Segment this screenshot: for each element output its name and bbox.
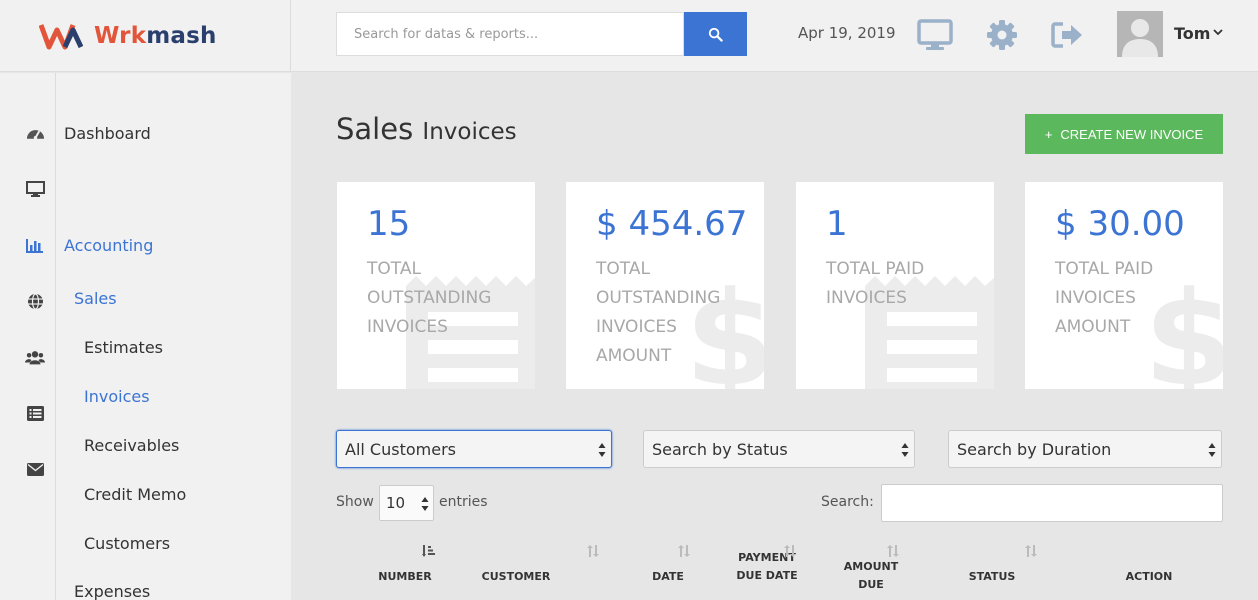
user-avatar-icon xyxy=(1122,19,1158,57)
duration-filter-value: Search by Duration xyxy=(957,439,1112,459)
sidebar-item-receivables[interactable]: Receivables xyxy=(84,436,179,455)
entries-label: entries xyxy=(439,494,488,510)
table-search-input[interactable] xyxy=(881,484,1223,522)
sidebar-item-dashboard[interactable]: Dashboard xyxy=(64,124,151,143)
status-filter-value: Search by Status xyxy=(652,439,788,459)
column-header-date[interactable]: DATE xyxy=(643,568,693,586)
select-arrows-icon xyxy=(901,443,909,457)
customer-filter-select[interactable]: All Customers xyxy=(336,430,612,468)
logo-text: Wrkmash xyxy=(94,23,217,49)
stat-label: TOTAL PAID INVOICES AMOUNT xyxy=(1055,259,1154,337)
avatar[interactable] xyxy=(1117,11,1163,57)
stat-value: 1 xyxy=(826,204,848,244)
select-arrows-icon xyxy=(421,497,429,511)
stat-card-paid-amount: $ $ 30.00 TOTAL PAID INVOICES AMOUNT xyxy=(1025,182,1223,389)
stat-label: TOTAL OUTSTANDING INVOICES xyxy=(367,259,492,337)
page-length-select[interactable]: 10 xyxy=(379,485,434,521)
select-arrows-icon xyxy=(598,443,606,457)
status-filter-select[interactable]: Search by Status xyxy=(643,430,915,468)
current-date: Apr 19, 2019 xyxy=(798,24,896,42)
sidebar-item-customers[interactable]: Customers xyxy=(84,534,170,553)
users-icon xyxy=(25,350,45,364)
table-search-label: Search: xyxy=(821,494,874,510)
column-header-amount-due[interactable]: AMOUNT DUE xyxy=(838,558,904,594)
sign-out-icon xyxy=(1051,22,1082,48)
column-header-customer[interactable]: CUSTOMER xyxy=(476,568,556,586)
duration-filter-select[interactable]: Search by Duration xyxy=(948,430,1222,468)
sort-icon[interactable] xyxy=(587,545,599,557)
chevron-down-icon[interactable] xyxy=(1213,29,1223,36)
logo-icon xyxy=(39,24,84,50)
sidebar-icon-dashboard[interactable] xyxy=(25,124,45,142)
column-header-number[interactable]: NUMBER xyxy=(370,568,440,586)
search-bar xyxy=(336,12,747,56)
stat-label: TOTAL PAID INVOICES xyxy=(826,259,925,308)
logo[interactable]: Wrkmash xyxy=(0,0,291,72)
gear-icon xyxy=(987,20,1017,50)
plus-icon: + xyxy=(1044,126,1053,142)
sort-icon[interactable] xyxy=(784,545,796,557)
sidebar-item-sales[interactable]: Sales xyxy=(74,289,117,308)
sidebar-item-invoices[interactable]: Invoices xyxy=(84,387,150,406)
settings-button[interactable] xyxy=(984,17,1020,53)
search-button[interactable] xyxy=(684,12,747,56)
desktop-icon xyxy=(25,180,45,197)
globe-icon xyxy=(27,292,43,310)
sidebar-icon-desktop[interactable] xyxy=(25,180,45,198)
dashboard-icon xyxy=(26,130,44,140)
sidebar-divider xyxy=(55,73,56,600)
stat-value: $ 30.00 xyxy=(1055,204,1185,244)
envelope-icon xyxy=(26,462,44,476)
sidebar-icon-mail[interactable] xyxy=(25,460,45,478)
create-invoice-label: CREATE NEW INVOICE xyxy=(1060,126,1204,142)
sidebar-icon-globe[interactable] xyxy=(25,292,45,310)
stat-card-outstanding-amount: $ $ 454.67 TOTAL OUTSTANDING INVOICES AM… xyxy=(566,182,764,389)
customer-filter-value: All Customers xyxy=(345,439,456,459)
stat-value: 15 xyxy=(367,204,411,244)
column-header-action: ACTION xyxy=(1125,570,1173,583)
sort-icon[interactable] xyxy=(1025,545,1037,557)
create-invoice-button[interactable]: + CREATE NEW INVOICE xyxy=(1025,114,1223,154)
stat-card-outstanding-invoices: 15 TOTAL OUTSTANDING INVOICES xyxy=(337,182,535,389)
column-header-status[interactable]: STATUS xyxy=(962,568,1022,586)
page-subtitle: Invoices xyxy=(422,119,517,145)
monitor-icon xyxy=(917,19,953,50)
sidebar xyxy=(0,73,291,600)
page-title: Sales Invoices xyxy=(336,112,517,146)
search-input[interactable] xyxy=(336,12,684,56)
sort-asc-icon[interactable] xyxy=(422,545,436,557)
sidebar-icon-list[interactable] xyxy=(25,404,45,422)
sidebar-item-credit-memo[interactable]: Credit Memo xyxy=(84,485,186,504)
sidebar-item-accounting[interactable]: Accounting xyxy=(64,236,153,255)
stat-card-paid-invoices: 1 TOTAL PAID INVOICES xyxy=(796,182,994,389)
logout-button[interactable] xyxy=(1050,17,1086,53)
sort-icon[interactable] xyxy=(678,545,690,557)
sidebar-icon-users[interactable] xyxy=(25,348,45,366)
sidebar-icon-accounting[interactable] xyxy=(25,236,45,254)
select-arrows-icon xyxy=(1208,443,1216,457)
sidebar-item-estimates[interactable]: Estimates xyxy=(84,338,163,357)
sort-icon[interactable] xyxy=(887,545,899,557)
search-icon xyxy=(708,27,723,42)
bar-chart-icon xyxy=(26,238,43,253)
sidebar-item-expenses[interactable]: Expenses xyxy=(74,582,150,600)
page-length-value: 10 xyxy=(386,494,406,512)
show-label: Show xyxy=(336,494,374,510)
monitor-button[interactable] xyxy=(917,17,953,53)
user-name[interactable]: Tom xyxy=(1174,24,1210,43)
list-icon xyxy=(26,405,44,421)
stat-label: TOTAL OUTSTANDING INVOICES AMOUNT xyxy=(596,259,721,366)
stat-value: $ 454.67 xyxy=(596,204,748,244)
